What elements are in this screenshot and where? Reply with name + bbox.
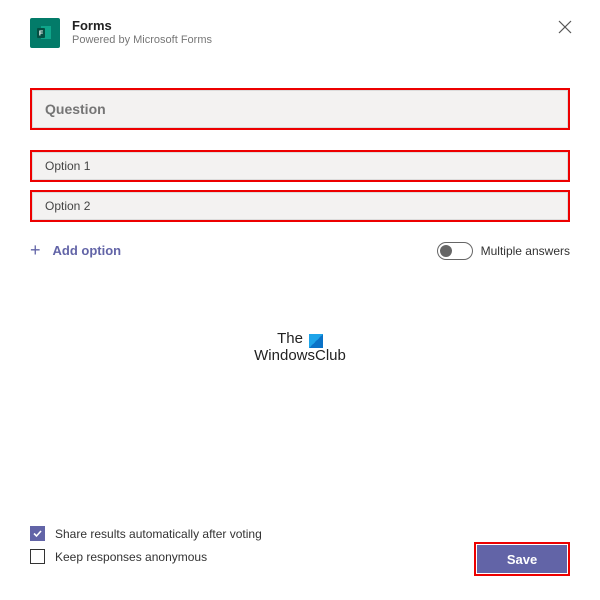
dialog-footer: Share results automatically after voting… xyxy=(30,526,570,572)
forms-app-icon: F xyxy=(30,18,60,48)
share-results-label: Share results automatically after voting xyxy=(55,527,262,541)
header-text: Forms Powered by Microsoft Forms xyxy=(72,18,212,46)
app-subtitle: Powered by Microsoft Forms xyxy=(72,34,212,46)
plus-icon: + xyxy=(30,240,41,261)
svg-text:F: F xyxy=(39,31,44,38)
watermark-square-icon xyxy=(309,334,323,348)
option-1-input[interactable] xyxy=(32,152,568,180)
save-highlight: Save xyxy=(474,542,570,576)
form-content: + Add option Multiple answers The Window… xyxy=(30,88,570,364)
multiple-answers-label: Multiple answers xyxy=(481,244,570,258)
question-highlight xyxy=(30,88,570,130)
multiple-answers-control: Multiple answers xyxy=(437,242,570,260)
watermark-logo: The WindowsClub xyxy=(30,331,570,364)
option-1-highlight xyxy=(30,150,570,182)
share-results-checkbox[interactable] xyxy=(30,526,45,541)
add-option-button[interactable]: + Add option xyxy=(30,240,121,261)
add-option-label: Add option xyxy=(53,243,122,258)
anonymous-checkbox[interactable] xyxy=(30,549,45,564)
multiple-answers-toggle[interactable] xyxy=(437,242,473,260)
app-title: Forms xyxy=(72,18,212,33)
option-2-input[interactable] xyxy=(32,192,568,220)
close-button[interactable] xyxy=(558,20,572,34)
anonymous-label: Keep responses anonymous xyxy=(55,550,207,564)
save-button[interactable]: Save xyxy=(477,545,567,573)
question-input[interactable] xyxy=(32,90,568,128)
option-2-highlight xyxy=(30,190,570,222)
dialog-header: F Forms Powered by Microsoft Forms xyxy=(30,18,570,48)
